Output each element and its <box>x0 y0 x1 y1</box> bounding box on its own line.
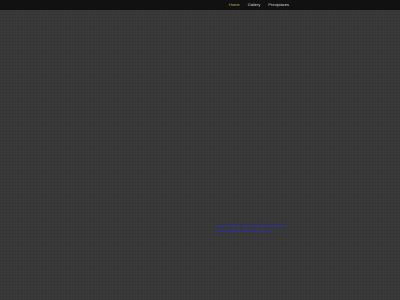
footer-link-2[interactable]: www.example-link-footer-2.com <box>216 228 286 233</box>
footer-links: www.example-link-footer-photography.com … <box>216 223 286 233</box>
main-nav: Home Gallery Preciplaces <box>229 1 289 9</box>
nav-item-preciplaces[interactable]: Preciplaces <box>268 1 289 9</box>
top-nav-bar <box>0 0 400 10</box>
nav-item-home[interactable]: Home <box>229 1 240 9</box>
nav-item-gallery[interactable]: Gallery <box>248 1 261 9</box>
